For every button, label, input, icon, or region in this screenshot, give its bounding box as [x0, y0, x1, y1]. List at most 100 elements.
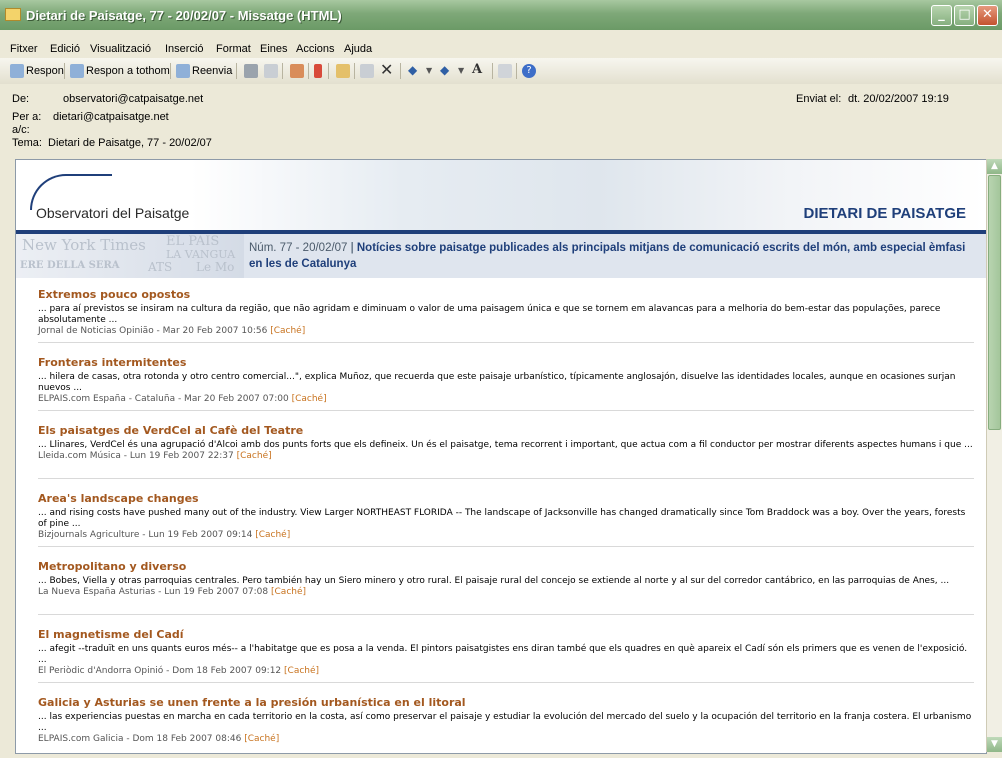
article-title[interactable]: Metropolitano y diverso — [38, 560, 974, 573]
move-icon[interactable] — [290, 64, 304, 78]
folder-icon[interactable] — [336, 64, 350, 78]
to-label: Per a: — [12, 111, 42, 123]
cache-link[interactable]: [Caché] — [255, 530, 290, 540]
menu-edicio[interactable]: Edició — [50, 43, 80, 55]
next-icon[interactable]: ◆ — [440, 64, 454, 78]
previous-icon[interactable]: ◆ — [408, 64, 422, 78]
help-icon[interactable]: ? — [522, 64, 536, 78]
scroll-up-icon[interactable]: ▲ — [987, 159, 1002, 174]
article-item: El magnetisme del Cadí ... afegit --trad… — [38, 618, 974, 683]
delete-icon[interactable]: ✕ — [380, 62, 394, 78]
copy-icon[interactable] — [264, 64, 278, 78]
menu-fitxer[interactable]: Fitxer — [10, 43, 38, 55]
article-item: Area's landscape changes ... and rising … — [38, 482, 974, 547]
cache-link[interactable]: [Caché] — [237, 451, 272, 461]
newspaper-mastheads-image: New York Times EL PAIS LA VANGUA ERE DEL… — [16, 234, 244, 278]
cache-link[interactable]: [Caché] — [270, 326, 305, 336]
menu-accions[interactable]: Accions — [296, 43, 335, 55]
article-title[interactable]: Els paisatges de VerdCel al Cafè del Tea… — [38, 424, 974, 437]
article-title[interactable]: Galicia y Asturias se unen frente a la p… — [38, 696, 974, 709]
print-icon[interactable] — [244, 64, 258, 78]
masthead-word: Le Mo — [196, 260, 235, 274]
newsletter-subheader: New York Times EL PAIS LA VANGUA ERE DEL… — [16, 234, 986, 278]
article-snippet: ... and rising costs have pushed many ou… — [38, 508, 966, 529]
menu-visualitzacio[interactable]: Visualització — [90, 43, 151, 55]
article-item: Els paisatges de VerdCel al Cafè del Tea… — [38, 414, 974, 479]
article-title[interactable]: El magnetisme del Cadí — [38, 628, 974, 641]
scroll-down-icon[interactable]: ▼ — [987, 737, 1002, 752]
maximize-icon: □ — [958, 7, 971, 22]
menu-bar: Fitxer Edició Visualització Inserció For… — [0, 30, 1002, 58]
forward-icon — [176, 64, 190, 78]
reply-button[interactable]: Respon — [26, 63, 64, 80]
logo-text: Observatori del Paisatge — [36, 205, 190, 221]
menu-insercio[interactable]: Inserció — [165, 43, 204, 55]
newsletter-banner: Observatori del Paisatge DIETARI DE PAIS… — [16, 160, 986, 230]
masthead-word: ERE DELLA SERA — [20, 260, 120, 271]
article-source: Bizjournals Agriculture - Lun 19 Feb 200… — [38, 530, 974, 541]
article-source-text: La Nueva España Asturias - Lun 19 Feb 20… — [38, 587, 269, 597]
cache-link[interactable]: [Caché] — [244, 734, 279, 744]
article-snippet: ... las experiencias puestas en marcha e… — [38, 712, 972, 733]
from-value[interactable]: observatori@catpaisatge.net — [63, 93, 203, 105]
envelope-icon — [5, 8, 21, 21]
menu-ajuda[interactable]: Ajuda — [344, 43, 372, 55]
article-title[interactable]: Extremos pouco opostos — [38, 288, 974, 301]
chevron-down-icon[interactable]: ▼ — [426, 64, 440, 78]
issue-number: Núm. 77 - 20/02/07 — [249, 242, 348, 254]
reply-all-button[interactable]: Respon a tothom — [86, 63, 170, 80]
title-bar: Dietari de Paisatge, 77 - 20/02/07 - Mis… — [0, 0, 1002, 30]
close-icon: ✕ — [982, 7, 993, 22]
masthead-word: New York Times — [22, 236, 146, 254]
flag-icon[interactable] — [314, 64, 322, 78]
menu-format[interactable]: Format — [216, 43, 251, 55]
article-snippet: ... para aí previstos se insiram na cult… — [38, 304, 941, 325]
message-body[interactable]: Observatori del Paisatge DIETARI DE PAIS… — [15, 159, 987, 754]
minimize-button[interactable]: _ — [931, 5, 952, 26]
toolbar-separator — [328, 63, 329, 79]
chevron-down-icon[interactable]: ▼ — [458, 64, 472, 78]
toolbar-separator — [492, 63, 493, 79]
subject-label: Tema: — [12, 137, 42, 149]
reply-icon — [10, 64, 24, 78]
article-title[interactable]: Area's landscape changes — [38, 492, 974, 505]
masthead-word: ATS — [148, 260, 173, 274]
reply-all-icon — [70, 64, 84, 78]
close-button[interactable]: ✕ — [977, 5, 998, 26]
article-source: Jornal de Noticias Opinião - Mar 20 Feb … — [38, 326, 974, 337]
menu-eines[interactable]: Eines — [260, 43, 288, 55]
toolbar-separator — [308, 63, 309, 79]
font-size-icon[interactable]: A — [472, 63, 486, 78]
forward-button[interactable]: Reenvia — [192, 63, 232, 80]
cache-link[interactable]: [Caché] — [284, 666, 319, 676]
cc-label: a/c: — [12, 124, 30, 136]
article-source: El Periòdic d'Andorra Opinió - Dom 18 Fe… — [38, 666, 974, 677]
scrollbar-thumb[interactable] — [988, 175, 1001, 430]
issue-summary: Notícies sobre paisatge publicades als p… — [249, 242, 966, 270]
article-source: ELPAIS.com Galicia - Dom 18 Feb 2007 08:… — [38, 734, 974, 745]
masthead-word: EL PAIS — [166, 234, 220, 249]
article-title[interactable]: Fronteras intermitentes — [38, 356, 974, 369]
toolbar: Respon Respon a tothom Reenvia ✕ ◆ ▼ ◆ ▼… — [0, 58, 1002, 85]
newsletter-title: DIETARI DE PAISATGE — [803, 205, 966, 222]
toolbar-separator — [282, 63, 283, 79]
article-item: Fronteras intermitentes ... hilera de ca… — [38, 346, 974, 411]
subject-value: Dietari de Paisatge, 77 - 20/02/07 — [48, 137, 212, 149]
article-source-text: El Periòdic d'Andorra Opinió - Dom 18 Fe… — [38, 666, 282, 676]
address-book-icon[interactable] — [498, 64, 512, 78]
to-value[interactable]: dietari@catpaisatge.net — [53, 111, 169, 123]
vertical-scrollbar[interactable]: ▲ ▼ — [986, 159, 1002, 752]
sent-label: Enviat el: — [796, 93, 842, 105]
save-icon[interactable] — [360, 64, 374, 78]
article-snippet: ... Llinares, VerdCel és una agrupació d… — [38, 440, 973, 450]
window-title: Dietari de Paisatge, 77 - 20/02/07 - Mis… — [26, 8, 342, 23]
article-snippet: ... hilera de casas, otra rotonda y otro… — [38, 372, 956, 393]
toolbar-separator — [354, 63, 355, 79]
minimize-icon: _ — [938, 7, 945, 22]
cache-link[interactable]: [Caché] — [271, 587, 306, 597]
maximize-button[interactable]: □ — [954, 5, 975, 26]
article-source: ELPAIS.com España - Cataluña - Mar 20 Fe… — [38, 394, 974, 405]
toolbar-separator — [516, 63, 517, 79]
cache-link[interactable]: [Caché] — [292, 394, 327, 404]
article-source-text: ELPAIS.com Galicia - Dom 18 Feb 2007 08:… — [38, 734, 242, 744]
